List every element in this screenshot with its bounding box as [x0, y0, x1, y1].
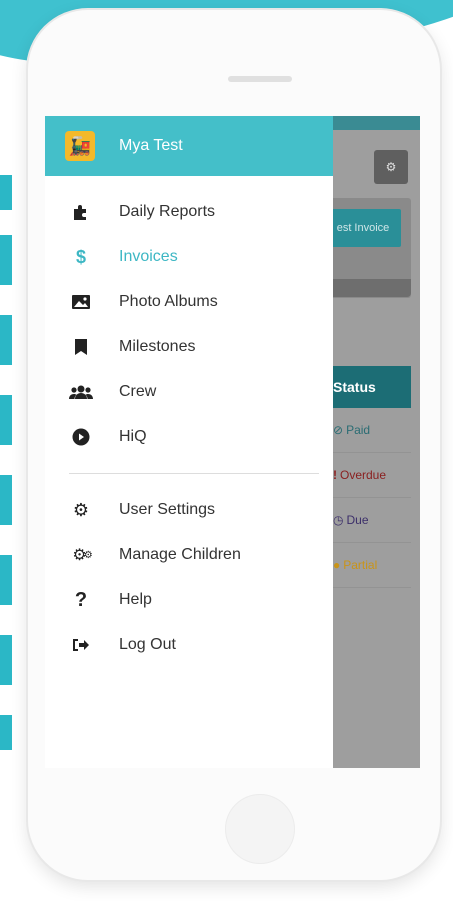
menu-label: Photo Albums — [119, 293, 218, 310]
image-icon — [69, 294, 93, 310]
puzzle-icon — [69, 203, 93, 221]
menu-item-help[interactable]: ? Help — [45, 578, 333, 622]
menu-item-invoices[interactable]: $ Invoices — [45, 235, 333, 279]
background-block — [0, 715, 12, 750]
menu-item-milestones[interactable]: Milestones — [45, 325, 333, 369]
menu-label: HiQ — [119, 428, 147, 445]
background-block — [0, 175, 12, 210]
status-text: Overdue — [340, 468, 387, 482]
request-invoice-button[interactable]: est Invoice — [325, 209, 401, 247]
table-row[interactable]: ! Overdue — [325, 453, 411, 498]
dollar-icon: $ — [75, 246, 86, 267]
menu-item-user-settings[interactable]: ⚙ User Settings — [45, 488, 333, 532]
menu-item-manage-children[interactable]: ⚙ ⚙ Manage Children — [45, 533, 333, 577]
menu-item-daily-reports[interactable]: Daily Reports — [45, 190, 333, 234]
check-circle-icon: ⊘ — [333, 423, 344, 437]
circle-icon: ● — [333, 558, 341, 572]
background-block — [0, 475, 12, 525]
train-icon: 🚂 — [68, 135, 92, 156]
menu-item-log-out[interactable]: Log Out — [45, 623, 333, 667]
bookmark-icon — [69, 338, 93, 356]
home-button[interactable] — [225, 794, 295, 864]
menu-label: Crew — [119, 383, 157, 400]
menu-label: Help — [119, 591, 152, 608]
menu-label: Log Out — [119, 636, 176, 653]
phone-speaker — [228, 76, 292, 82]
app-screen: ⚙ est Invoice Status ⊘ Paid ! Overdue ◷ … — [45, 116, 420, 768]
gear-icon: ⚙ — [72, 499, 90, 520]
table-row[interactable]: ⊘ Paid — [325, 408, 411, 453]
gears-icon: ⚙ ⚙ — [72, 547, 92, 564]
status-text: Partial — [343, 558, 378, 572]
question-icon: ? — [74, 588, 88, 611]
status-column-header: Status — [325, 366, 411, 408]
menu-item-hiq[interactable]: HiQ — [45, 415, 333, 459]
background-block — [0, 235, 12, 285]
settings-button[interactable]: ⚙ — [374, 150, 408, 184]
exclamation-icon: ! — [333, 468, 337, 482]
drawer-header[interactable]: 🚂 Mya Test — [45, 116, 333, 176]
table-row[interactable]: ◷ Due — [325, 498, 411, 543]
menu-label: Daily Reports — [119, 203, 216, 220]
background-block — [0, 555, 12, 605]
logout-icon — [69, 637, 93, 653]
user-name: Mya Test — [119, 137, 183, 154]
play-circle-icon — [69, 428, 93, 446]
users-icon — [69, 384, 93, 400]
background-block — [0, 395, 12, 445]
menu-label: User Settings — [119, 501, 216, 518]
gear-icon: ⚙ — [385, 160, 397, 174]
background-block — [0, 635, 12, 685]
panel-footer — [325, 279, 411, 297]
avatar: 🚂 — [65, 131, 95, 161]
status-text: Due — [346, 513, 369, 527]
menu-label: Manage Children — [119, 546, 241, 563]
menu-label: Milestones — [119, 338, 196, 355]
menu-item-crew[interactable]: Crew — [45, 370, 333, 414]
status-text: Paid — [346, 423, 371, 437]
table-row[interactable]: ● Partial — [325, 543, 411, 588]
background-block — [0, 315, 12, 365]
menu-divider — [69, 473, 319, 474]
background-blocks — [0, 0, 12, 901]
menu-label: Invoices — [119, 248, 178, 265]
clock-icon: ◷ — [333, 513, 344, 527]
nav-drawer: 🚂 Mya Test Daily Reports $ Invoices Phot… — [45, 116, 333, 768]
menu-item-photo-albums[interactable]: Photo Albums — [45, 280, 333, 324]
